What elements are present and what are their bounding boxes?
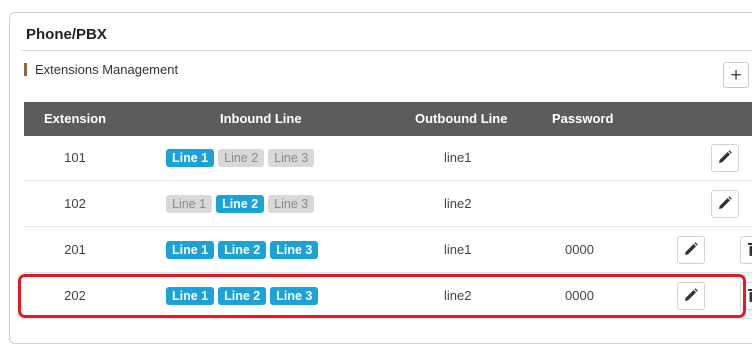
inbound-line-cell: Line 1Line 2Line 3	[166, 228, 366, 272]
pencil-icon	[683, 241, 699, 260]
extension-cell: 201	[24, 228, 126, 272]
inbound-line-toggle[interactable]: Line 2	[218, 241, 266, 259]
pencil-icon	[717, 195, 733, 214]
inbound-line-cell: Line 1Line 2Line 3	[166, 136, 366, 180]
plus-icon: +	[730, 66, 741, 85]
header-password: Password	[552, 102, 613, 136]
inbound-line-toggle[interactable]: Line 3	[268, 195, 314, 213]
header-extension: Extension	[44, 102, 106, 136]
outbound-line-cell: line2	[444, 182, 504, 226]
section-title: Extensions Management	[35, 62, 178, 77]
extension-cell: 102	[24, 182, 126, 226]
selected-row-highlight	[18, 274, 746, 318]
extension-cell: 101	[24, 136, 126, 180]
inbound-line-toggle[interactable]: Line 1	[166, 241, 214, 259]
section-marker	[24, 63, 27, 76]
table-row: 201 Line 1Line 2Line 3 line1 0000	[24, 228, 752, 273]
inbound-line-cell: Line 1Line 2Line 3	[166, 182, 366, 226]
outbound-line-cell: line1	[444, 228, 504, 272]
inbound-line-toggle[interactable]: Line 2	[216, 195, 264, 213]
inbound-line-toggle[interactable]: Line 1	[166, 195, 212, 213]
inbound-line-toggle[interactable]: Line 3	[268, 149, 314, 167]
header-outbound-line: Outbound Line	[415, 102, 507, 136]
table-header: Extension Inbound Line Outbound Line Pas…	[24, 102, 752, 136]
edit-button[interactable]	[711, 144, 739, 172]
inbound-line-toggle[interactable]: Line 2	[218, 149, 264, 167]
title-divider	[21, 50, 752, 51]
inbound-line-toggle[interactable]: Line 3	[270, 241, 318, 259]
edit-button[interactable]	[711, 190, 739, 218]
password-cell	[565, 182, 625, 226]
pencil-icon	[717, 149, 733, 168]
trash-icon	[747, 287, 752, 306]
password-cell: 0000	[565, 228, 625, 272]
outbound-line-cell: line1	[444, 136, 504, 180]
table-row: 102 Line 1Line 2Line 3 line2	[24, 182, 752, 227]
edit-button[interactable]	[677, 236, 705, 264]
section-header: Extensions Management	[24, 62, 178, 77]
add-extension-button[interactable]: +	[723, 62, 749, 88]
header-inbound-line: Inbound Line	[220, 102, 302, 136]
trash-icon	[747, 241, 752, 260]
delete-button[interactable]	[740, 236, 752, 264]
page-title: Phone/PBX	[26, 26, 107, 43]
inbound-line-toggle[interactable]: Line 1	[166, 149, 214, 167]
password-cell	[565, 136, 625, 180]
table-row: 101 Line 1Line 2Line 3 line1	[24, 136, 752, 181]
